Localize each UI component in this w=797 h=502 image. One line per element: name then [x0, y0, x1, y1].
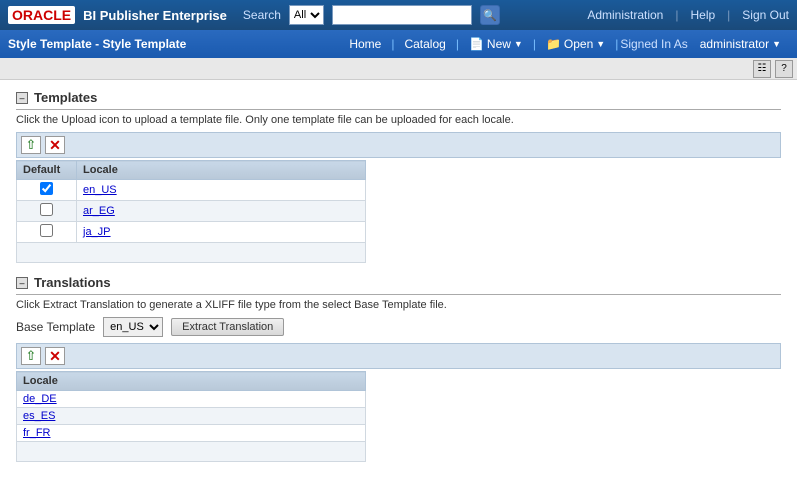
table-row: fr_FR: [17, 425, 366, 442]
default-checkbox[interactable]: [40, 203, 53, 216]
templates-section: – Templates Click the Upload icon to upl…: [16, 90, 781, 263]
help-icon-button[interactable]: ?: [775, 60, 793, 78]
locale-link[interactable]: ar_EG: [83, 205, 115, 217]
locale-link[interactable]: ja_JP: [83, 226, 111, 238]
default-checkbox[interactable]: [40, 182, 53, 195]
col-locale: Locale: [77, 161, 366, 180]
home-link[interactable]: Home: [341, 34, 389, 54]
top-nav-links: Administration | Help | Sign Out: [587, 8, 789, 22]
upload-icon[interactable]: ⇧: [21, 136, 41, 154]
sign-out-link[interactable]: Sign Out: [742, 8, 789, 22]
folder-icon: 📁: [546, 37, 561, 51]
templates-section-title: Templates: [34, 90, 97, 105]
translation-locale-link[interactable]: de_DE: [23, 393, 57, 405]
default-checkbox[interactable]: [40, 224, 53, 237]
second-nav-right: Home | Catalog | 📄 New ▼ | 📁 Open ▼ | Si…: [341, 34, 789, 54]
translations-description: Click Extract Translation to generate a …: [16, 299, 781, 311]
table-row: ja_JP: [17, 222, 366, 243]
extract-translation-button[interactable]: Extract Translation: [171, 318, 284, 336]
templates-description: Click the Upload icon to upload a templa…: [16, 114, 781, 126]
table-row: ar_EG: [17, 201, 366, 222]
signed-in-label: Signed In As: [620, 37, 687, 51]
upload-translation-icon[interactable]: ⇧: [21, 347, 41, 365]
table-row: es_ES: [17, 408, 366, 425]
search-input[interactable]: [332, 5, 472, 25]
new-menu-btn[interactable]: 📄 New ▼: [461, 34, 531, 54]
table-row: en_US: [17, 180, 366, 201]
translations-table: Locale de_DE es_ES fr_FR: [16, 371, 366, 462]
translation-locale-link[interactable]: fr_FR: [23, 427, 51, 439]
translations-toolbar: ⇧ ✕: [16, 343, 781, 369]
search-scope-select[interactable]: All: [289, 5, 324, 25]
new-icon: 📄: [469, 37, 484, 51]
translations-section-header: – Translations: [16, 275, 781, 295]
col-translation-locale: Locale: [17, 372, 366, 391]
catalog-link[interactable]: Catalog: [396, 34, 453, 54]
table-row: de_DE: [17, 391, 366, 408]
delete-translation-icon[interactable]: ✕: [45, 347, 65, 365]
search-button[interactable]: 🔍: [480, 5, 500, 25]
help-link[interactable]: Help: [690, 8, 715, 22]
toolbar-icons-bar: ☷ ?: [0, 58, 797, 80]
base-template-select[interactable]: en_US: [103, 317, 163, 337]
translations-section-title: Translations: [34, 275, 111, 290]
app-title: BI Publisher Enterprise: [83, 8, 227, 23]
main-content: – Templates Click the Upload icon to upl…: [0, 80, 797, 502]
col-default: Default: [17, 161, 77, 180]
search-label: Search: [243, 8, 281, 22]
templates-table: Default Locale en_US ar_EG ja_JP: [16, 160, 366, 263]
administration-link[interactable]: Administration: [587, 8, 663, 22]
new-chevron-icon: ▼: [514, 39, 523, 49]
page-title: Style Template - Style Template: [8, 37, 186, 51]
layout-icon-button[interactable]: ☷: [753, 60, 771, 78]
translations-section: – Translations Click Extract Translation…: [16, 275, 781, 462]
templates-toolbar: ⇧ ✕: [16, 132, 781, 158]
templates-toggle[interactable]: –: [16, 92, 28, 104]
translations-toggle[interactable]: –: [16, 277, 28, 289]
open-menu-btn[interactable]: 📁 Open ▼: [538, 34, 613, 54]
delete-icon[interactable]: ✕: [45, 136, 65, 154]
username-menu-btn[interactable]: administrator ▼: [692, 34, 789, 54]
top-navbar: ORACLE BI Publisher Enterprise Search Al…: [0, 0, 797, 30]
locale-link[interactable]: en_US: [83, 184, 117, 196]
second-navbar: Style Template - Style Template Home | C…: [0, 30, 797, 58]
base-template-row: Base Template en_US Extract Translation: [16, 317, 781, 337]
translation-locale-link[interactable]: es_ES: [23, 410, 55, 422]
open-chevron-icon: ▼: [596, 39, 605, 49]
templates-section-header: – Templates: [16, 90, 781, 110]
oracle-logo: ORACLE: [8, 6, 75, 24]
user-chevron-icon: ▼: [772, 39, 781, 49]
base-template-label: Base Template: [16, 320, 95, 334]
